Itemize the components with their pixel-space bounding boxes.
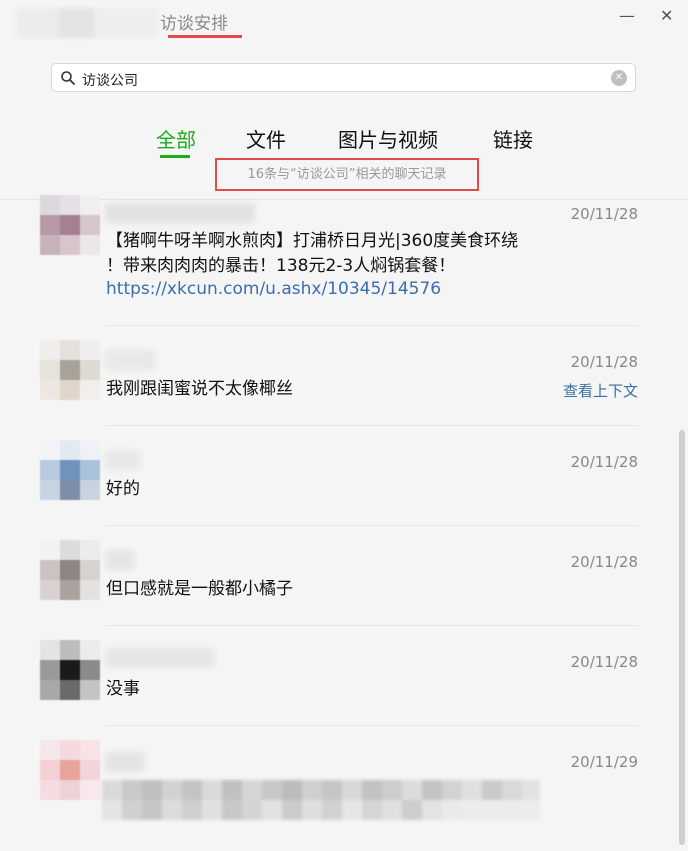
close-button[interactable]: ✕ [660,8,673,24]
search-input[interactable]: 访谈公司 ✕ [51,63,636,92]
message-date: 20/11/28 [570,353,638,371]
view-context-link[interactable]: 查看上下文 [563,380,638,401]
divider [106,725,638,726]
message-date: 20/11/28 [570,205,638,223]
avatar [40,740,100,800]
tab-files[interactable]: 文件 [246,124,286,153]
message-text: 我刚跟闺蜜说不太像椰丝 [106,379,293,399]
header-divider [0,199,688,200]
blurred-sender-name [105,350,155,370]
message-text: 没事 [106,679,140,699]
blurred-sender-name [105,648,215,668]
title-bar: 访谈安排 — ✕ [0,0,688,46]
blurred-sender-name [105,450,140,470]
message-text-line-2: ！带来肉肉肉的暴击！138元2-3人焖锅套餐！ [106,256,456,276]
avatar [40,640,100,700]
message-date: 20/11/28 [570,653,638,671]
title-highlight-underline [168,35,242,38]
blurred-contact-name [16,8,158,38]
message-link[interactable]: https://xkcun.com/u.ashx/10345/14576 [106,277,441,301]
window-title: 访谈安排 [160,14,228,34]
message-text-line-1: 【猪啊牛呀羊啊水煎肉】打浦桥日月光|360度美食环绕 [106,231,519,251]
search-value: 访谈公司 [82,73,138,89]
blurred-sender-name [105,203,255,223]
avatar [40,340,100,400]
blurred-sender-name [105,550,135,570]
avatar [40,540,100,600]
tab-links[interactable]: 链接 [493,124,533,153]
scrollbar[interactable] [679,430,685,845]
message-date: 20/11/28 [570,553,638,571]
avatar [40,440,100,500]
message-date: 20/11/29 [570,753,638,771]
divider [106,425,638,426]
minimize-button[interactable]: — [619,8,635,24]
divider [106,525,638,526]
divider [106,625,638,626]
search-icon [61,71,75,85]
message-date: 20/11/28 [570,453,638,471]
avatar [40,195,100,255]
result-count: 16条与“访谈公司”相关的聊天记录 [247,167,447,182]
blurred-sender-name [105,752,145,772]
result-count-box: 16条与“访谈公司”相关的聊天记录 [215,158,479,191]
tab-media[interactable]: 图片与视频 [338,124,438,153]
message-text: 好的 [106,479,140,499]
active-tab-underline [160,155,190,158]
tab-all[interactable]: 全部 [156,124,196,153]
clear-icon[interactable]: ✕ [611,70,627,86]
blurred-message [102,780,540,820]
message-text: 但口感就是一般都小橘子 [106,579,293,599]
divider [106,325,638,326]
